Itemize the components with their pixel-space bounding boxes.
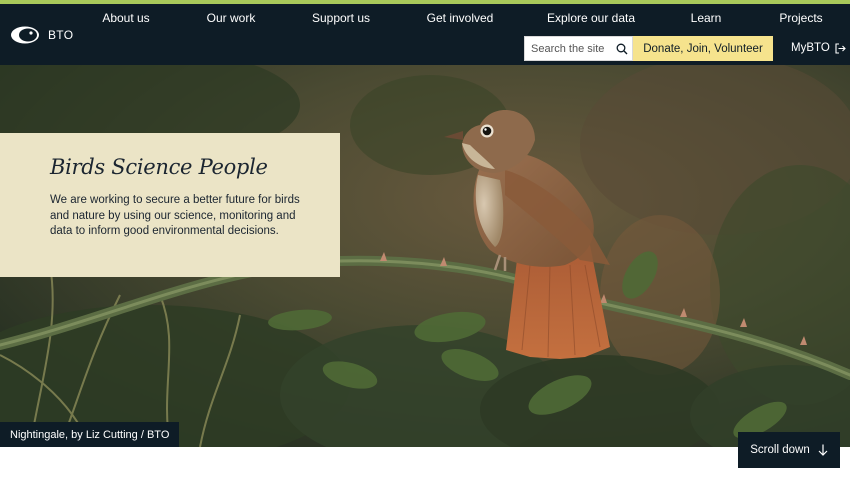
logo-text: BTO [48, 28, 74, 42]
search-icon[interactable] [616, 43, 628, 55]
scroll-down-button[interactable]: Scroll down [738, 432, 840, 468]
mybto-label: MyBTO [791, 42, 830, 54]
site-header: BTO About us Our work Support us Get inv… [0, 4, 850, 65]
bto-logo-link[interactable]: BTO [10, 25, 73, 45]
hero-title: Birds Science People [50, 155, 268, 179]
donate-join-volunteer-button[interactable]: Donate, Join, Volunteer [633, 36, 773, 61]
login-icon [835, 42, 846, 54]
photo-caption-text: Nightingale, by Liz Cutting / BTO [10, 428, 170, 441]
nav-projects[interactable]: Projects [779, 11, 822, 25]
nav-learn[interactable]: Learn [691, 11, 722, 25]
bto-bird-logo-icon [11, 26, 39, 44]
arrow-down-icon [818, 444, 828, 456]
main-nav: About us Our work Support us Get involve… [0, 11, 850, 27]
nav-support-us[interactable]: Support us [312, 11, 370, 25]
hero-text: We are working to secure a better future… [50, 194, 300, 237]
photo-caption: Nightingale, by Liz Cutting / BTO [0, 422, 180, 447]
nav-about-us[interactable]: About us [102, 11, 149, 25]
search-input[interactable] [531, 42, 615, 55]
nav-get-involved[interactable]: Get involved [427, 11, 494, 25]
hero-intro-panel: Birds Science People We are working to s… [0, 133, 340, 277]
nav-explore-our-data[interactable]: Explore our data [547, 11, 635, 25]
scroll-down-label: Scroll down [750, 444, 810, 456]
mybto-link[interactable]: MyBTO [791, 42, 846, 54]
nav-our-work[interactable]: Our work [207, 11, 256, 25]
search-box [524, 36, 633, 61]
